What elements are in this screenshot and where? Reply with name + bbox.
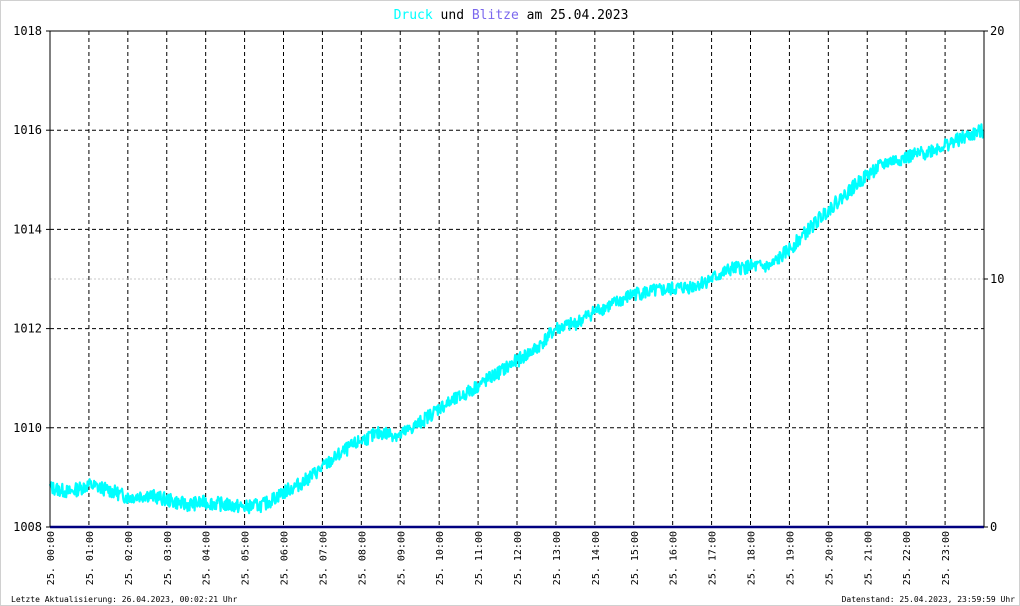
pressure-chart: Druck und Blitze am 25.04.2023 100810101… [11, 8, 1016, 604]
x-tick-label: 25. 00:00 [46, 531, 57, 585]
y-left-tick-label: 1010 [13, 421, 42, 435]
x-tick-label: 25. 06:00 [280, 531, 291, 585]
x-tick-label: 25. 11:00 [474, 531, 485, 585]
x-tick-label: 25. 16:00 [669, 531, 680, 585]
y-left-tick-label: 1012 [13, 322, 42, 336]
x-tick-label: 25. 04:00 [202, 531, 213, 585]
footer-last-update: Letzte Aktualisierung: 26.04.2023, 00:02… [11, 595, 238, 604]
x-tick-label: 25. 08:00 [357, 531, 368, 585]
x-tick-label: 25. 15:00 [630, 531, 641, 585]
y-left-tick-label: 1014 [13, 222, 42, 236]
y-right-tick-label: 10 [990, 272, 1004, 286]
title-blitze: Blitze [472, 8, 519, 23]
x-tick-label: 25. 18:00 [747, 531, 758, 585]
chart-title: Druck und Blitze am 25.04.2023 [394, 8, 629, 23]
y-right-tick-label: 0 [990, 520, 997, 534]
y-left-tick-label: 1016 [13, 123, 42, 137]
x-tick-label: 25. 13:00 [552, 531, 563, 585]
x-tick-label: 25. 21:00 [863, 531, 874, 585]
x-tick-label: 25. 19:00 [785, 531, 796, 585]
y-right-tick-label: 20 [990, 24, 1004, 38]
title-und: und [433, 8, 472, 23]
x-tick-label: 25. 01:00 [85, 531, 96, 585]
footer-data-status: Datenstand: 25.04.2023, 23:59:59 Uhr [842, 595, 1016, 604]
y-left-tick-label: 1018 [13, 24, 42, 38]
x-tick-label: 25. 22:00 [902, 531, 913, 585]
x-tick-label: 25. 03:00 [163, 531, 174, 585]
chart-frame: Druck und Blitze am 25.04.2023 1008 1010 1… [0, 0, 1020, 606]
title-date: am 25.04.2023 [519, 8, 629, 23]
x-tick-label: 25. 05:00 [241, 531, 252, 585]
x-tick-label: 25. 14:00 [591, 531, 602, 585]
grid [50, 31, 984, 527]
x-tick-label: 25. 23:00 [941, 531, 952, 585]
x-tick-label: 25. 02:00 [124, 531, 135, 585]
x-tick-label: 25. 10:00 [435, 531, 446, 585]
x-tick-label: 25. 17:00 [708, 531, 719, 585]
x-tick-label: 25. 07:00 [318, 531, 329, 585]
x-tick-label: 25. 12:00 [513, 531, 524, 585]
x-tick-label: 25. 09:00 [396, 531, 407, 585]
x-tick-label: 25. 20:00 [824, 531, 835, 585]
y-left-tick-label: 1008 [13, 520, 42, 534]
title-druck: Druck [394, 8, 433, 23]
